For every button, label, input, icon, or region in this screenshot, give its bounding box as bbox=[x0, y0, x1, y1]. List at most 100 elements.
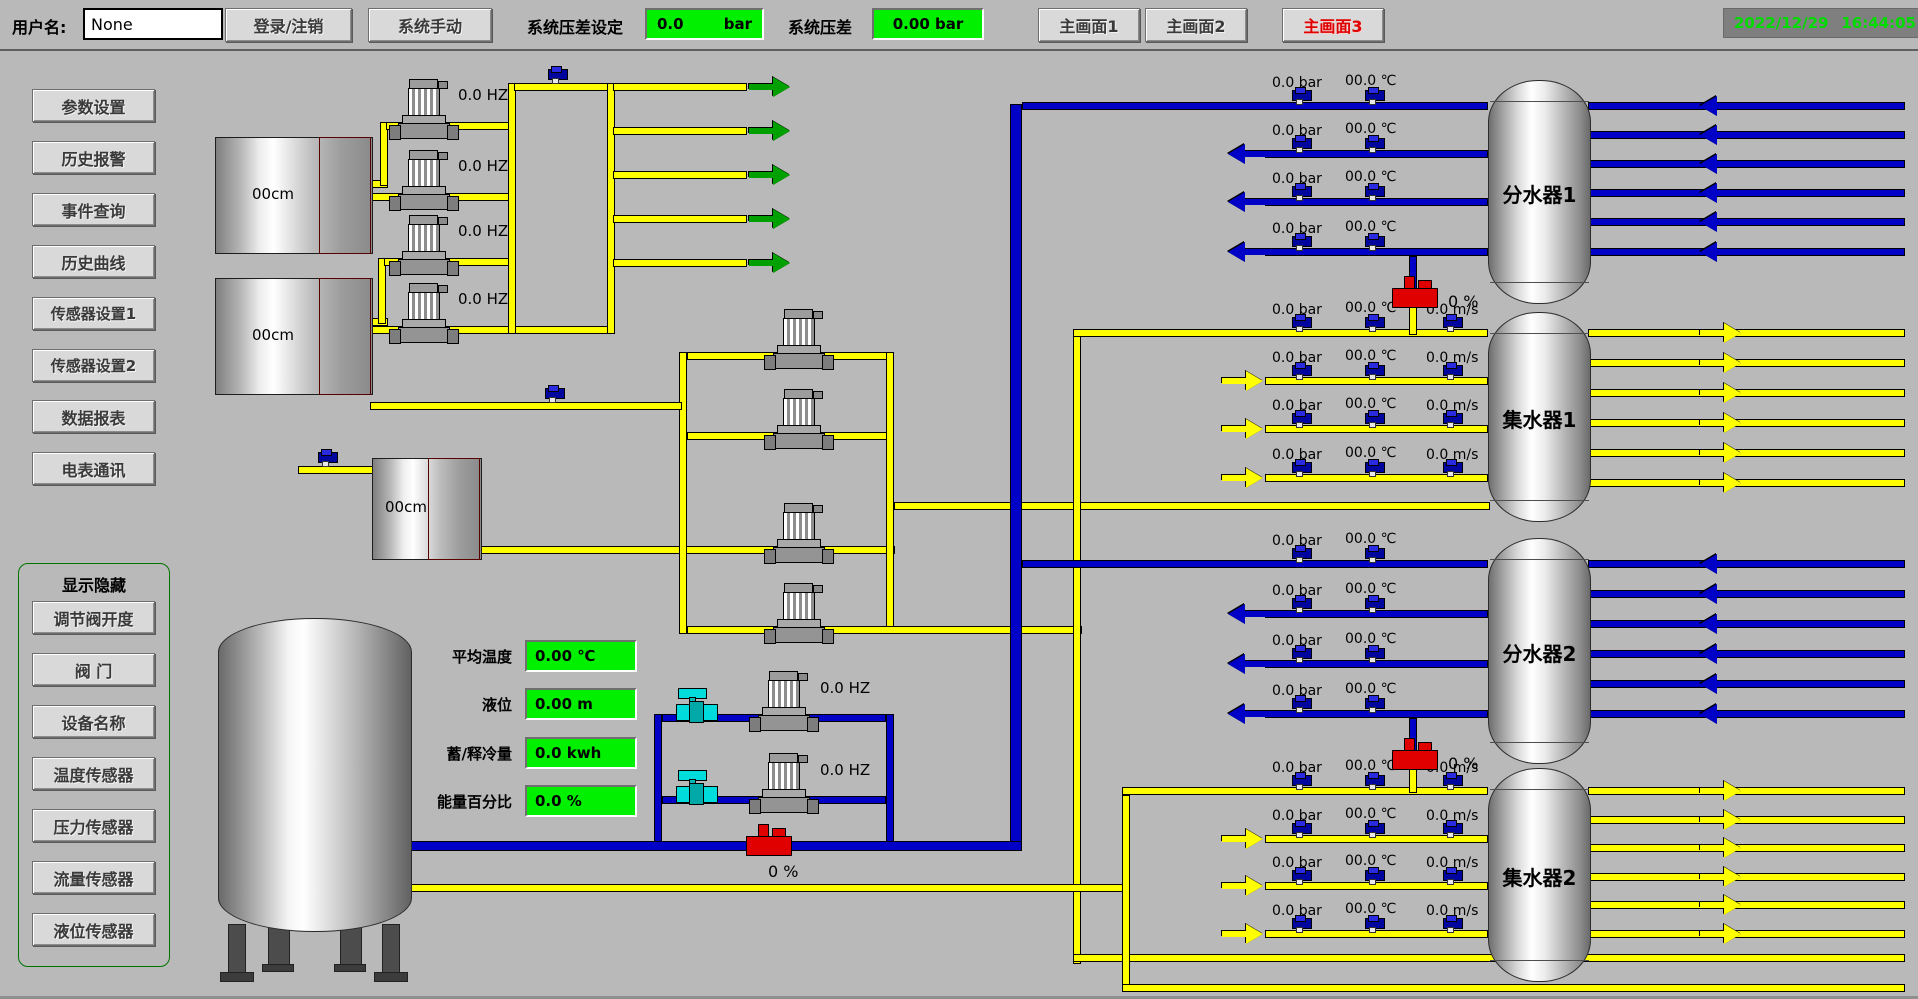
flow-arrow-icon bbox=[1700, 704, 1742, 724]
temperature-value: 00.0 ℃ bbox=[1345, 806, 1396, 822]
flow-arrow-icon bbox=[749, 253, 791, 273]
pipe bbox=[1122, 984, 1905, 992]
flow-arrow-icon bbox=[1228, 242, 1270, 262]
pump-icon[interactable] bbox=[758, 753, 812, 811]
pump-icon[interactable] bbox=[773, 503, 827, 561]
temperature-value: 00.0 ℃ bbox=[1345, 531, 1396, 547]
shutoff-valve-icon[interactable] bbox=[1392, 738, 1436, 768]
toggle-device-names[interactable]: 设备名称 bbox=[32, 705, 155, 738]
pipe bbox=[1073, 329, 1488, 337]
flow-value: 0.0 m/s bbox=[1426, 903, 1478, 919]
shutoff-valve-icon[interactable] bbox=[746, 824, 790, 854]
tank-foot bbox=[334, 964, 366, 972]
flow-arrow-icon bbox=[1700, 644, 1742, 664]
flow-arrow-icon bbox=[1700, 924, 1742, 944]
toggle-pressure-sensors[interactable]: 压力传感器 bbox=[32, 809, 155, 842]
pipe bbox=[1022, 560, 1488, 568]
pump-icon[interactable] bbox=[398, 283, 452, 341]
sidebar-item-sensor-setup-1[interactable]: 传感器设置1 bbox=[32, 297, 155, 330]
pressure-value: 0.0 bar bbox=[1272, 760, 1322, 776]
username-input[interactable]: None bbox=[83, 8, 223, 40]
pump-icon[interactable] bbox=[758, 671, 812, 729]
pipe bbox=[1588, 787, 1905, 795]
pipe bbox=[1409, 304, 1417, 335]
vessel-collector: 集水器1 bbox=[1488, 312, 1591, 522]
pipe bbox=[894, 502, 1490, 510]
sidebar-item-history-curves[interactable]: 历史曲线 bbox=[32, 245, 155, 278]
sensor-icon bbox=[1365, 87, 1385, 102]
hmi-main-screen: 用户名: None 登录/注销 系统手动 系统压差设定 0.0 bar 系统压差… bbox=[0, 0, 1918, 999]
sidebar-item-meter-comm[interactable]: 电表通讯 bbox=[32, 452, 155, 485]
temperature-value: 00.0 ℃ bbox=[1345, 169, 1396, 185]
pipe bbox=[1588, 930, 1905, 938]
show-hide-title: 显示隐藏 bbox=[19, 572, 169, 596]
control-valve-icon[interactable] bbox=[676, 688, 724, 722]
cold-energy-value: 0.0 kwh bbox=[525, 737, 637, 769]
main-screen-1-button[interactable]: 主画面1 bbox=[1038, 8, 1140, 42]
energy-pct-label: 能量百分比 bbox=[400, 791, 512, 812]
toggle-valve-opening[interactable]: 调节阀开度 bbox=[32, 601, 155, 634]
sensor-icon bbox=[1365, 772, 1385, 787]
flow-arrow-icon bbox=[1700, 810, 1742, 830]
pipe bbox=[1588, 590, 1905, 598]
sidebar-item-history-alarms[interactable]: 历史报警 bbox=[32, 141, 155, 174]
tank-level-label: 00cm bbox=[215, 326, 331, 344]
main-screen-3-button[interactable]: 主画面3 bbox=[1282, 8, 1384, 42]
flow-arrow-icon bbox=[1700, 96, 1742, 116]
sidebar-item-sensor-setup-2[interactable]: 传感器设置2 bbox=[32, 349, 155, 382]
sensor-icon bbox=[1365, 233, 1385, 248]
toggle-flow-sensors[interactable]: 流量传感器 bbox=[32, 861, 155, 894]
temperature-value: 00.0 ℃ bbox=[1345, 853, 1396, 869]
flow-arrow-icon bbox=[1700, 242, 1742, 262]
sensor-icon bbox=[1365, 595, 1385, 610]
pressure-setpoint-field[interactable]: 0.0 bar bbox=[645, 8, 764, 40]
flow-arrow-icon bbox=[1700, 554, 1742, 574]
flow-value: 0.0 m/s bbox=[1426, 447, 1478, 463]
sidebar-item-event-query[interactable]: 事件查询 bbox=[32, 193, 155, 226]
sensor-icon bbox=[1365, 867, 1385, 882]
pump-icon[interactable] bbox=[773, 583, 827, 641]
pipe bbox=[687, 626, 1082, 634]
temperature-value: 00.0 ℃ bbox=[1345, 121, 1396, 137]
control-valve-icon[interactable] bbox=[676, 770, 724, 804]
pipe bbox=[1588, 620, 1905, 628]
flow-arrow-icon bbox=[1228, 192, 1270, 212]
temperature-value: 00.0 ℃ bbox=[1345, 73, 1396, 89]
sensor-icon bbox=[1365, 183, 1385, 198]
tank-level-label: 00cm bbox=[372, 498, 440, 516]
pipe bbox=[405, 884, 1127, 892]
sidebar-item-parameter-settings[interactable]: 参数设置 bbox=[32, 89, 155, 122]
pump-icon[interactable] bbox=[398, 150, 452, 208]
pipe bbox=[1588, 710, 1905, 718]
pipe bbox=[886, 714, 894, 850]
pump-icon[interactable] bbox=[773, 309, 827, 367]
sensor-icon bbox=[1365, 695, 1385, 710]
pipe bbox=[1588, 873, 1905, 881]
pressure-value: 0.0 bar bbox=[1272, 903, 1322, 919]
pipe bbox=[298, 466, 374, 474]
toggle-temp-sensors[interactable]: 温度传感器 bbox=[32, 757, 155, 790]
toggle-level-sensors[interactable]: 液位传感器 bbox=[32, 913, 155, 946]
sensor-icon bbox=[1365, 915, 1385, 930]
pump-icon[interactable] bbox=[773, 389, 827, 447]
flow-value: 0.0 m/s bbox=[1426, 808, 1478, 824]
main-screen-2-button[interactable]: 主画面2 bbox=[1145, 8, 1247, 42]
avg-temp-value: 0.00 ℃ bbox=[525, 640, 637, 672]
toggle-valves[interactable]: 阀 门 bbox=[32, 653, 155, 686]
vessel-label: 集水器2 bbox=[1489, 862, 1590, 891]
temperature-value: 00.0 ℃ bbox=[1345, 445, 1396, 461]
login-logout-button[interactable]: 登录/注销 bbox=[225, 8, 352, 42]
pressure-value: 0.0 bar bbox=[1272, 855, 1322, 871]
sidebar-item-data-report[interactable]: 数据报表 bbox=[32, 400, 155, 433]
pump-icon[interactable] bbox=[398, 79, 452, 137]
pipe bbox=[1588, 650, 1905, 658]
pressure-value: 0.0 bar bbox=[1272, 75, 1322, 91]
avg-temp-label: 平均温度 bbox=[400, 646, 512, 667]
shutoff-valve-icon[interactable] bbox=[1392, 276, 1436, 306]
flow-arrow-icon bbox=[1700, 867, 1742, 887]
pipe bbox=[1588, 189, 1905, 197]
pressure-value: 0.0 bar bbox=[1272, 583, 1322, 599]
pump-icon[interactable] bbox=[398, 215, 452, 273]
system-manual-button[interactable]: 系统手动 bbox=[368, 8, 492, 42]
sensor-icon bbox=[1365, 820, 1385, 835]
